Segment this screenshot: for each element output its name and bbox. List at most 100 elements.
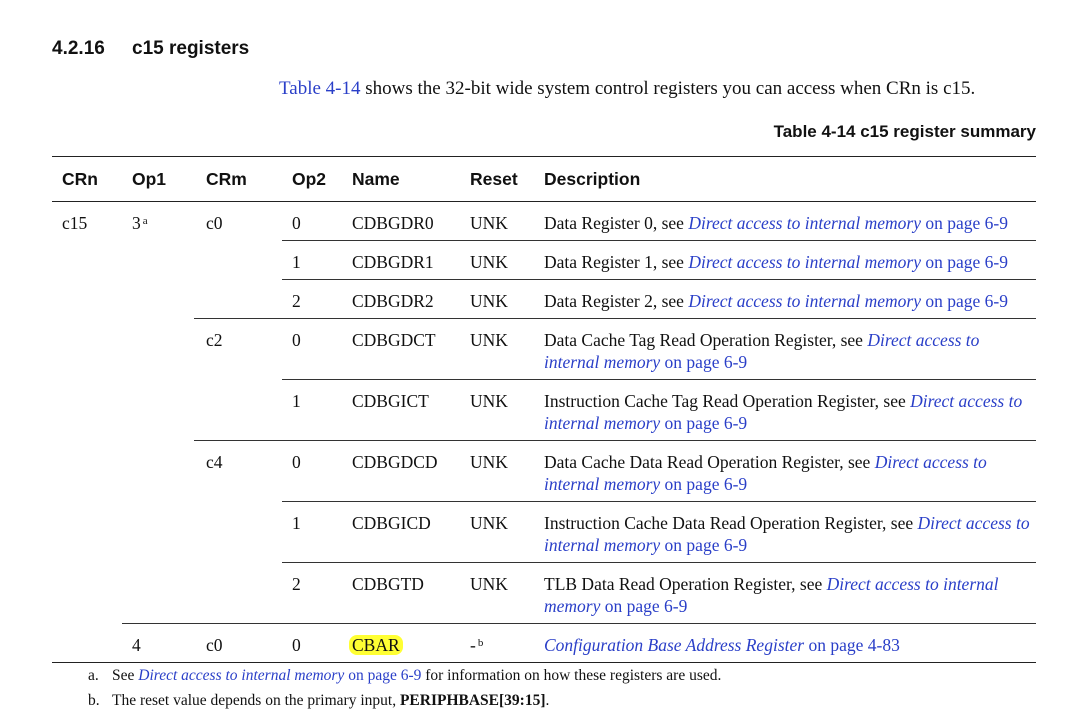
cell-name: CBAR: [349, 623, 470, 663]
col-header-description: Description: [544, 156, 1036, 202]
intro-text: shows the 32-bit wide system control reg…: [360, 78, 976, 99]
cell-description: Configuration Base Address Register on p…: [544, 623, 1036, 663]
footnote-a: a. See Direct access to internal memory o…: [88, 663, 721, 688]
footnote-text: The reset value depends on the primary i…: [112, 692, 400, 709]
col-header-reset: Reset: [470, 156, 544, 202]
cell-op1: 4: [122, 623, 194, 663]
cell-name: CDBGTD: [352, 562, 470, 624]
cell-reset: UNK: [470, 501, 544, 563]
section-number: 4.2.16: [52, 38, 105, 59]
cell-name: CDBGICD: [352, 501, 470, 563]
cell-reset: UNK: [470, 201, 544, 241]
desc-text: Instruction Cache Data Read Operation Re…: [544, 513, 918, 533]
cell-name: CDBGICT: [352, 379, 470, 441]
page-link[interactable]: on page 6-9: [660, 535, 748, 555]
page-link[interactable]: on page 6-9: [921, 213, 1008, 233]
op1-value: 3: [132, 213, 141, 233]
cell-crm: c4: [194, 440, 282, 502]
col-header-op1: Op1: [122, 156, 194, 202]
cell-op2: 2: [282, 279, 352, 319]
section-title: c15 registers: [132, 38, 250, 59]
col-header-crm: CRm: [194, 156, 282, 202]
col-header-crn: CRn: [52, 156, 122, 202]
cell-op2: 1: [282, 501, 352, 563]
cell-description: Data Register 2, see Direct access to in…: [544, 279, 1036, 319]
section-heading: 4.2.16 c15 registers: [52, 38, 249, 60]
cell-reset: UNK: [470, 562, 544, 624]
desc-link[interactable]: Configuration Base Address Register: [544, 635, 804, 655]
table-row: 2 CDBGDR2 UNK Data Register 2, see Direc…: [52, 279, 1036, 319]
table-row: c15 3a c0 0 CDBGDR0 UNK Data Register 0,…: [52, 201, 1036, 241]
highlighted-register-name: CBAR: [349, 635, 403, 655]
table-row: 4 c0 0 CBAR -b Configuration Base Addres…: [52, 623, 1036, 663]
footnote-marker-a[interactable]: a: [143, 215, 148, 227]
cell-reset: -b: [470, 623, 544, 663]
page-link[interactable]: on page 6-9: [660, 352, 748, 372]
cell-op2: 2: [282, 562, 352, 624]
cell-reset: UNK: [470, 440, 544, 502]
table-row: 1 CDBGICD UNK Instruction Cache Data Rea…: [52, 501, 1036, 563]
desc-text: TLB Data Read Operation Register, see: [544, 574, 827, 594]
desc-text: Data Cache Data Read Operation Register,…: [544, 452, 875, 472]
cell-name: CDBGDCT: [352, 318, 470, 380]
desc-text: Data Register 2, see: [544, 291, 689, 311]
table-header-row: CRn Op1 CRm Op2 Name Reset Description: [52, 156, 1036, 202]
desc-link[interactable]: Direct access to internal memory: [688, 252, 921, 272]
footnote-link[interactable]: Direct access to internal memory: [138, 667, 344, 684]
page-link[interactable]: on page 6-9: [600, 596, 688, 616]
cell-reset: UNK: [470, 240, 544, 280]
cell-description: Instruction Cache Data Read Operation Re…: [544, 501, 1036, 563]
page-link[interactable]: on page 6-9: [921, 291, 1008, 311]
footnote-label: b.: [88, 692, 100, 709]
cell-crm: c0: [194, 623, 282, 663]
cell-reset: UNK: [470, 318, 544, 380]
cell-crm: c2: [194, 318, 282, 380]
cell-crn: c15: [62, 213, 88, 233]
cell-name: CDBGDR0: [352, 201, 470, 241]
footnotes: a. See Direct access to internal memory o…: [88, 663, 721, 713]
table-row: 2 CDBGTD UNK TLB Data Read Operation Reg…: [52, 562, 1036, 624]
cell-op2: 1: [282, 240, 352, 280]
cell-op2: 0: [282, 318, 352, 380]
cell-op2: 0: [282, 440, 352, 502]
intro-paragraph: Table 4-14 shows the 32-bit wide system …: [279, 78, 975, 100]
table-row: 1 CDBGICT UNK Instruction Cache Tag Read…: [52, 379, 1036, 441]
reset-value: -: [470, 635, 476, 655]
cell-op2: 0: [282, 623, 352, 663]
cell-description: Instruction Cache Tag Read Operation Reg…: [544, 379, 1036, 441]
cell-description: Data Cache Tag Read Operation Register, …: [544, 318, 1036, 380]
cell-description: Data Register 0, see Direct access to in…: [544, 201, 1036, 241]
footnote-page-link[interactable]: on page 6-9: [344, 667, 421, 684]
footnote-text: See: [112, 667, 139, 684]
page-link[interactable]: on page 6-9: [660, 413, 748, 433]
footnote-marker-b[interactable]: b: [478, 637, 484, 649]
page-link[interactable]: on page 6-9: [660, 474, 748, 494]
cell-name: CDBGDR2: [352, 279, 470, 319]
cell-crm: c0: [206, 213, 223, 233]
table-row: c4 0 CDBGDCD UNK Data Cache Data Read Op…: [52, 440, 1036, 502]
desc-link[interactable]: Direct access to internal memory: [688, 213, 921, 233]
desc-text: Instruction Cache Tag Read Operation Reg…: [544, 391, 911, 411]
cell-description: Data Cache Data Read Operation Register,…: [544, 440, 1036, 502]
cell-description: TLB Data Read Operation Register, see Di…: [544, 562, 1036, 624]
col-header-op2: Op2: [282, 156, 352, 202]
cell-op2: 0: [282, 201, 352, 241]
footnote-label: a.: [88, 667, 99, 684]
footnote-text: .: [545, 692, 550, 709]
table-reference-link[interactable]: Table 4-14: [279, 78, 361, 99]
cell-name: CDBGDR1: [352, 240, 470, 280]
footnote-b: b. The reset value depends on the primary…: [88, 688, 721, 713]
cell-op1: 3a: [122, 202, 194, 241]
page-link[interactable]: on page 6-9: [921, 252, 1008, 272]
cell-op2: 1: [282, 379, 352, 441]
desc-text: Data Register 0, see: [544, 213, 689, 233]
col-header-name: Name: [352, 156, 470, 202]
register-table: CRn Op1 CRm Op2 Name Reset Description c…: [52, 156, 1036, 663]
footnote-text: for information on how these registers a…: [421, 667, 722, 684]
signal-name: PERIPHBASE[39:15]: [399, 692, 546, 709]
desc-link[interactable]: Direct access to internal memory: [688, 291, 921, 311]
page-link[interactable]: on page 4-83: [804, 635, 899, 655]
cell-name: CDBGDCD: [352, 440, 470, 502]
desc-text: Data Cache Tag Read Operation Register, …: [544, 330, 868, 350]
desc-text: Data Register 1, see: [544, 252, 689, 272]
